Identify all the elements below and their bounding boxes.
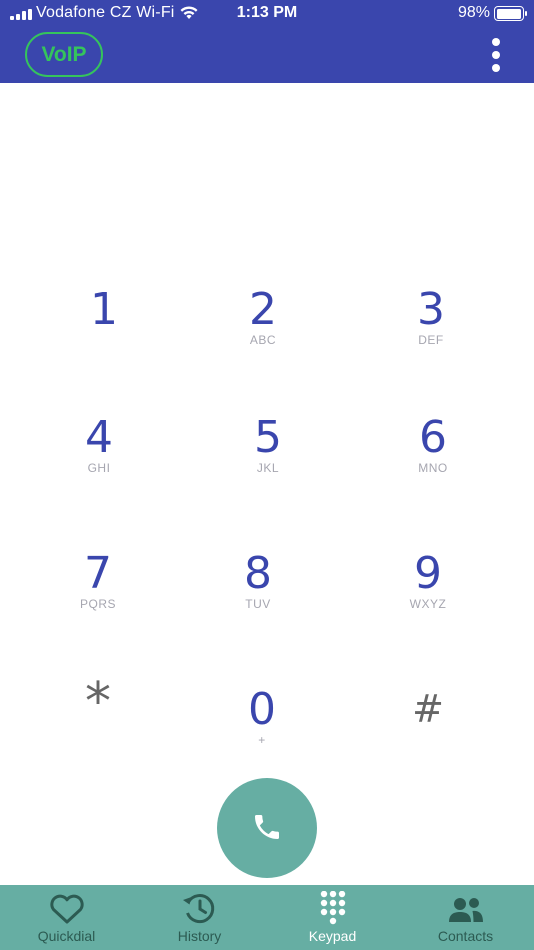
key-digit: 8 bbox=[244, 548, 272, 599]
key-3[interactable]: 3 DEF bbox=[361, 288, 501, 388]
tab-keypad[interactable]: Keypad bbox=[266, 885, 399, 950]
key-letters: GHI bbox=[87, 461, 111, 475]
key-digit: 4 bbox=[85, 412, 113, 463]
battery-icon bbox=[494, 6, 527, 21]
key-digit: 3 bbox=[417, 284, 445, 335]
contacts-icon bbox=[449, 898, 483, 922]
key-letters: DEF bbox=[418, 333, 444, 347]
key-letters: PQRS bbox=[79, 597, 116, 611]
key-9[interactable]: 9 WXYZ bbox=[358, 552, 498, 652]
phone-icon bbox=[255, 815, 279, 839]
voip-badge[interactable]: VoIP bbox=[25, 32, 103, 77]
key-letters: ABC bbox=[249, 333, 277, 347]
tab-contacts[interactable]: Contacts bbox=[399, 885, 532, 950]
key-digit: 7 bbox=[84, 548, 112, 599]
app-header: Vodafone CZ Wi-Fi 1:13 PM 98% VoIP bbox=[0, 0, 534, 83]
key-digit: 6 bbox=[419, 412, 447, 463]
key-digit: # bbox=[412, 687, 444, 731]
bottom-tab-bar: Quickdial History Keypad Contacts bbox=[0, 885, 534, 950]
key-digit: * bbox=[85, 672, 111, 732]
tab-quickdial[interactable]: Quickdial bbox=[0, 885, 133, 950]
status-bar: Vodafone CZ Wi-Fi 1:13 PM 98% bbox=[0, 0, 534, 28]
key-digit: 2 bbox=[249, 284, 277, 335]
key-digit: 9 bbox=[414, 548, 442, 599]
key-5[interactable]: 5 JKL bbox=[198, 416, 338, 516]
key-letters: + bbox=[258, 733, 266, 747]
key-letters: MNO bbox=[418, 461, 448, 475]
key-1[interactable]: 1 bbox=[34, 288, 174, 388]
key-digit: 0 bbox=[248, 684, 276, 735]
tab-label: Keypad bbox=[308, 928, 357, 944]
key-0[interactable]: 0 + bbox=[192, 688, 332, 788]
tab-label: History bbox=[177, 928, 222, 944]
history-icon bbox=[183, 894, 215, 924]
key-7[interactable]: 7 PQRS bbox=[28, 552, 168, 652]
key-digit: 5 bbox=[254, 412, 282, 463]
call-button[interactable] bbox=[217, 778, 317, 878]
key-letters: TUV bbox=[245, 597, 271, 611]
tab-history[interactable]: History bbox=[133, 885, 266, 950]
key-6[interactable]: 6 MNO bbox=[363, 416, 503, 516]
status-time: 1:13 PM bbox=[236, 4, 298, 21]
dialpad-icon bbox=[320, 891, 346, 925]
key-letters: JKL bbox=[256, 461, 280, 475]
key-2[interactable]: 2 ABC bbox=[193, 288, 333, 388]
battery-level bbox=[496, 8, 521, 19]
key-star[interactable]: * bbox=[28, 676, 168, 776]
tab-label: Quickdial bbox=[37, 928, 96, 944]
more-vert-icon[interactable] bbox=[486, 38, 506, 72]
app-root: Vodafone CZ Wi-Fi 1:13 PM 98% VoIP 1 2 A… bbox=[0, 0, 534, 950]
battery-percent: 98% bbox=[457, 4, 490, 21]
heart-icon bbox=[50, 894, 84, 924]
tab-label: Contacts bbox=[437, 928, 494, 944]
key-digit: 1 bbox=[90, 284, 118, 335]
key-hash[interactable]: # bbox=[358, 690, 498, 790]
key-4[interactable]: 4 GHI bbox=[29, 416, 169, 516]
key-letters: WXYZ bbox=[409, 597, 447, 611]
key-8[interactable]: 8 TUV bbox=[188, 552, 328, 652]
